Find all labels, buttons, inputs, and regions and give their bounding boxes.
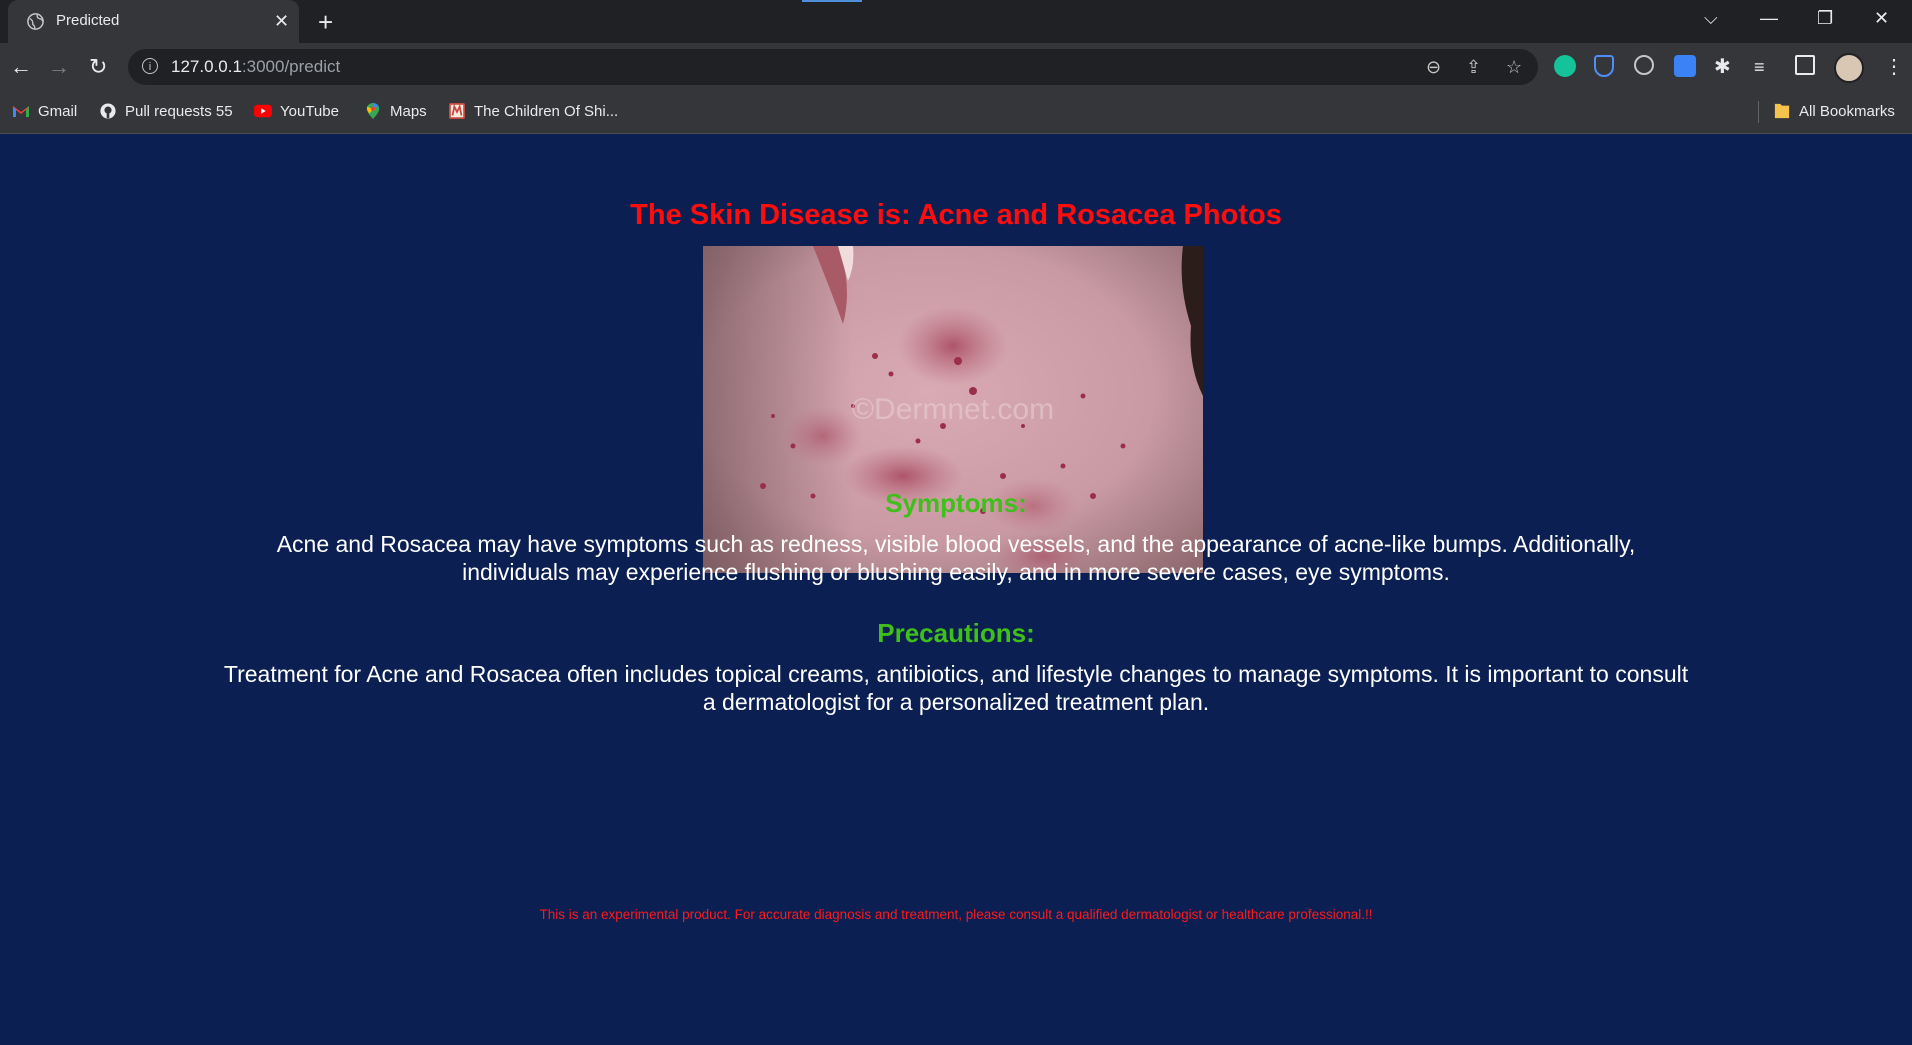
youtube-icon (254, 104, 272, 118)
github-icon (100, 103, 116, 119)
menu-kebab-icon[interactable]: ⋮ (1884, 56, 1904, 78)
precautions-heading: Precautions: (877, 618, 1035, 648)
extensions-puzzle-icon[interactable]: ✱ (1714, 56, 1731, 78)
disclaimer-text: This is an experimental product. For acc… (539, 907, 1373, 922)
all-bookmarks-label: All Bookmarks (1799, 103, 1895, 120)
bookmarks-bar: Gmail Pull requests 55 YouTube Maps The … (0, 92, 1912, 134)
bookmark-maps[interactable]: Maps (364, 103, 427, 120)
site-info-icon[interactable]: i (142, 58, 158, 74)
zoom-icon[interactable]: ⊖ (1426, 57, 1441, 78)
bookmark-children-of-shi[interactable]: The Children Of Shi... (448, 103, 618, 120)
bookmark-youtube[interactable]: YouTube (254, 103, 339, 120)
browser-tab[interactable]: Predicted ✕ (8, 0, 299, 43)
browser-toolbar: ← → ↻ i 127.0.0.1:3000/predict ⊖ ⇪ ☆ ✱ ≡… (0, 43, 1912, 92)
url-path: :3000/predict (241, 57, 341, 76)
bookmark-label: The Children Of Shi... (474, 103, 619, 120)
bookmark-label: YouTube (280, 103, 339, 120)
new-tab-icon[interactable]: + (318, 9, 333, 35)
skin-photo-illustration: ©Dermnet.com (703, 246, 1203, 573)
skin-condition-photo: ©Dermnet.com (703, 246, 1203, 573)
symptoms-text: Acne and Rosacea may have symptoms such … (276, 531, 1636, 585)
bookmarks-divider (1758, 101, 1759, 123)
reload-icon[interactable]: ↻ (89, 56, 107, 78)
back-arrow-icon[interactable]: ← (10, 56, 32, 78)
grammarly-extension-icon[interactable] (1554, 55, 1576, 77)
all-bookmarks-folder[interactable]: All Bookmarks (1773, 103, 1895, 120)
url-text[interactable]: 127.0.0.1:3000/predict (171, 57, 340, 77)
tab-search-icon[interactable]: ⌵ (1704, 8, 1718, 29)
symptoms-heading: Symptoms: (885, 488, 1027, 518)
tab-title: Predicted (56, 12, 120, 29)
precautions-text: Treatment for Acne and Rosacea often inc… (223, 661, 1689, 715)
tab-bar: Predicted ✕ + ⌵ — ❐ ✕ (0, 0, 1912, 43)
close-tab-icon[interactable]: ✕ (274, 11, 289, 31)
restore-icon[interactable]: ❐ (1817, 8, 1833, 29)
bookmark-github[interactable]: Pull requests 55 (99, 103, 233, 120)
avatar[interactable] (1834, 53, 1864, 83)
bookmark-star-icon[interactable]: ☆ (1506, 57, 1522, 78)
react-devtools-icon[interactable] (1634, 55, 1654, 75)
minimize-icon[interactable]: — (1760, 8, 1778, 29)
lightning-extension-icon[interactable] (1674, 55, 1696, 77)
url-host: 127.0.0.1 (171, 57, 242, 76)
close-window-icon[interactable]: ✕ (1874, 8, 1889, 29)
globe-icon (27, 13, 44, 30)
forward-arrow-icon[interactable]: → (48, 56, 70, 78)
image-watermark: ©Dermnet.com (852, 393, 1054, 426)
disease-title: The Skin Disease is: Acne and Rosacea Ph… (630, 199, 1282, 231)
bookmark-label: Pull requests 55 (125, 103, 233, 120)
prediction-page: The Skin Disease is: Acne and Rosacea Ph… (0, 134, 1912, 1045)
gmail-icon (13, 106, 29, 117)
tab-indicator (802, 0, 862, 2)
maps-icon (366, 103, 380, 119)
bookmark-label: Maps (390, 103, 427, 120)
share-icon[interactable]: ⇪ (1466, 57, 1481, 78)
bookmark-gmail[interactable]: Gmail (12, 103, 77, 120)
bookmark-label: Gmail (38, 103, 78, 120)
site-icon (449, 103, 465, 119)
side-panel-icon[interactable] (1795, 55, 1815, 75)
folder-icon (1774, 103, 1790, 119)
shield-extension-icon[interactable] (1594, 55, 1614, 77)
address-bar[interactable]: i 127.0.0.1:3000/predict ⊖ ⇪ ☆ (128, 49, 1538, 85)
reading-list-icon[interactable]: ≡ (1754, 56, 1765, 78)
